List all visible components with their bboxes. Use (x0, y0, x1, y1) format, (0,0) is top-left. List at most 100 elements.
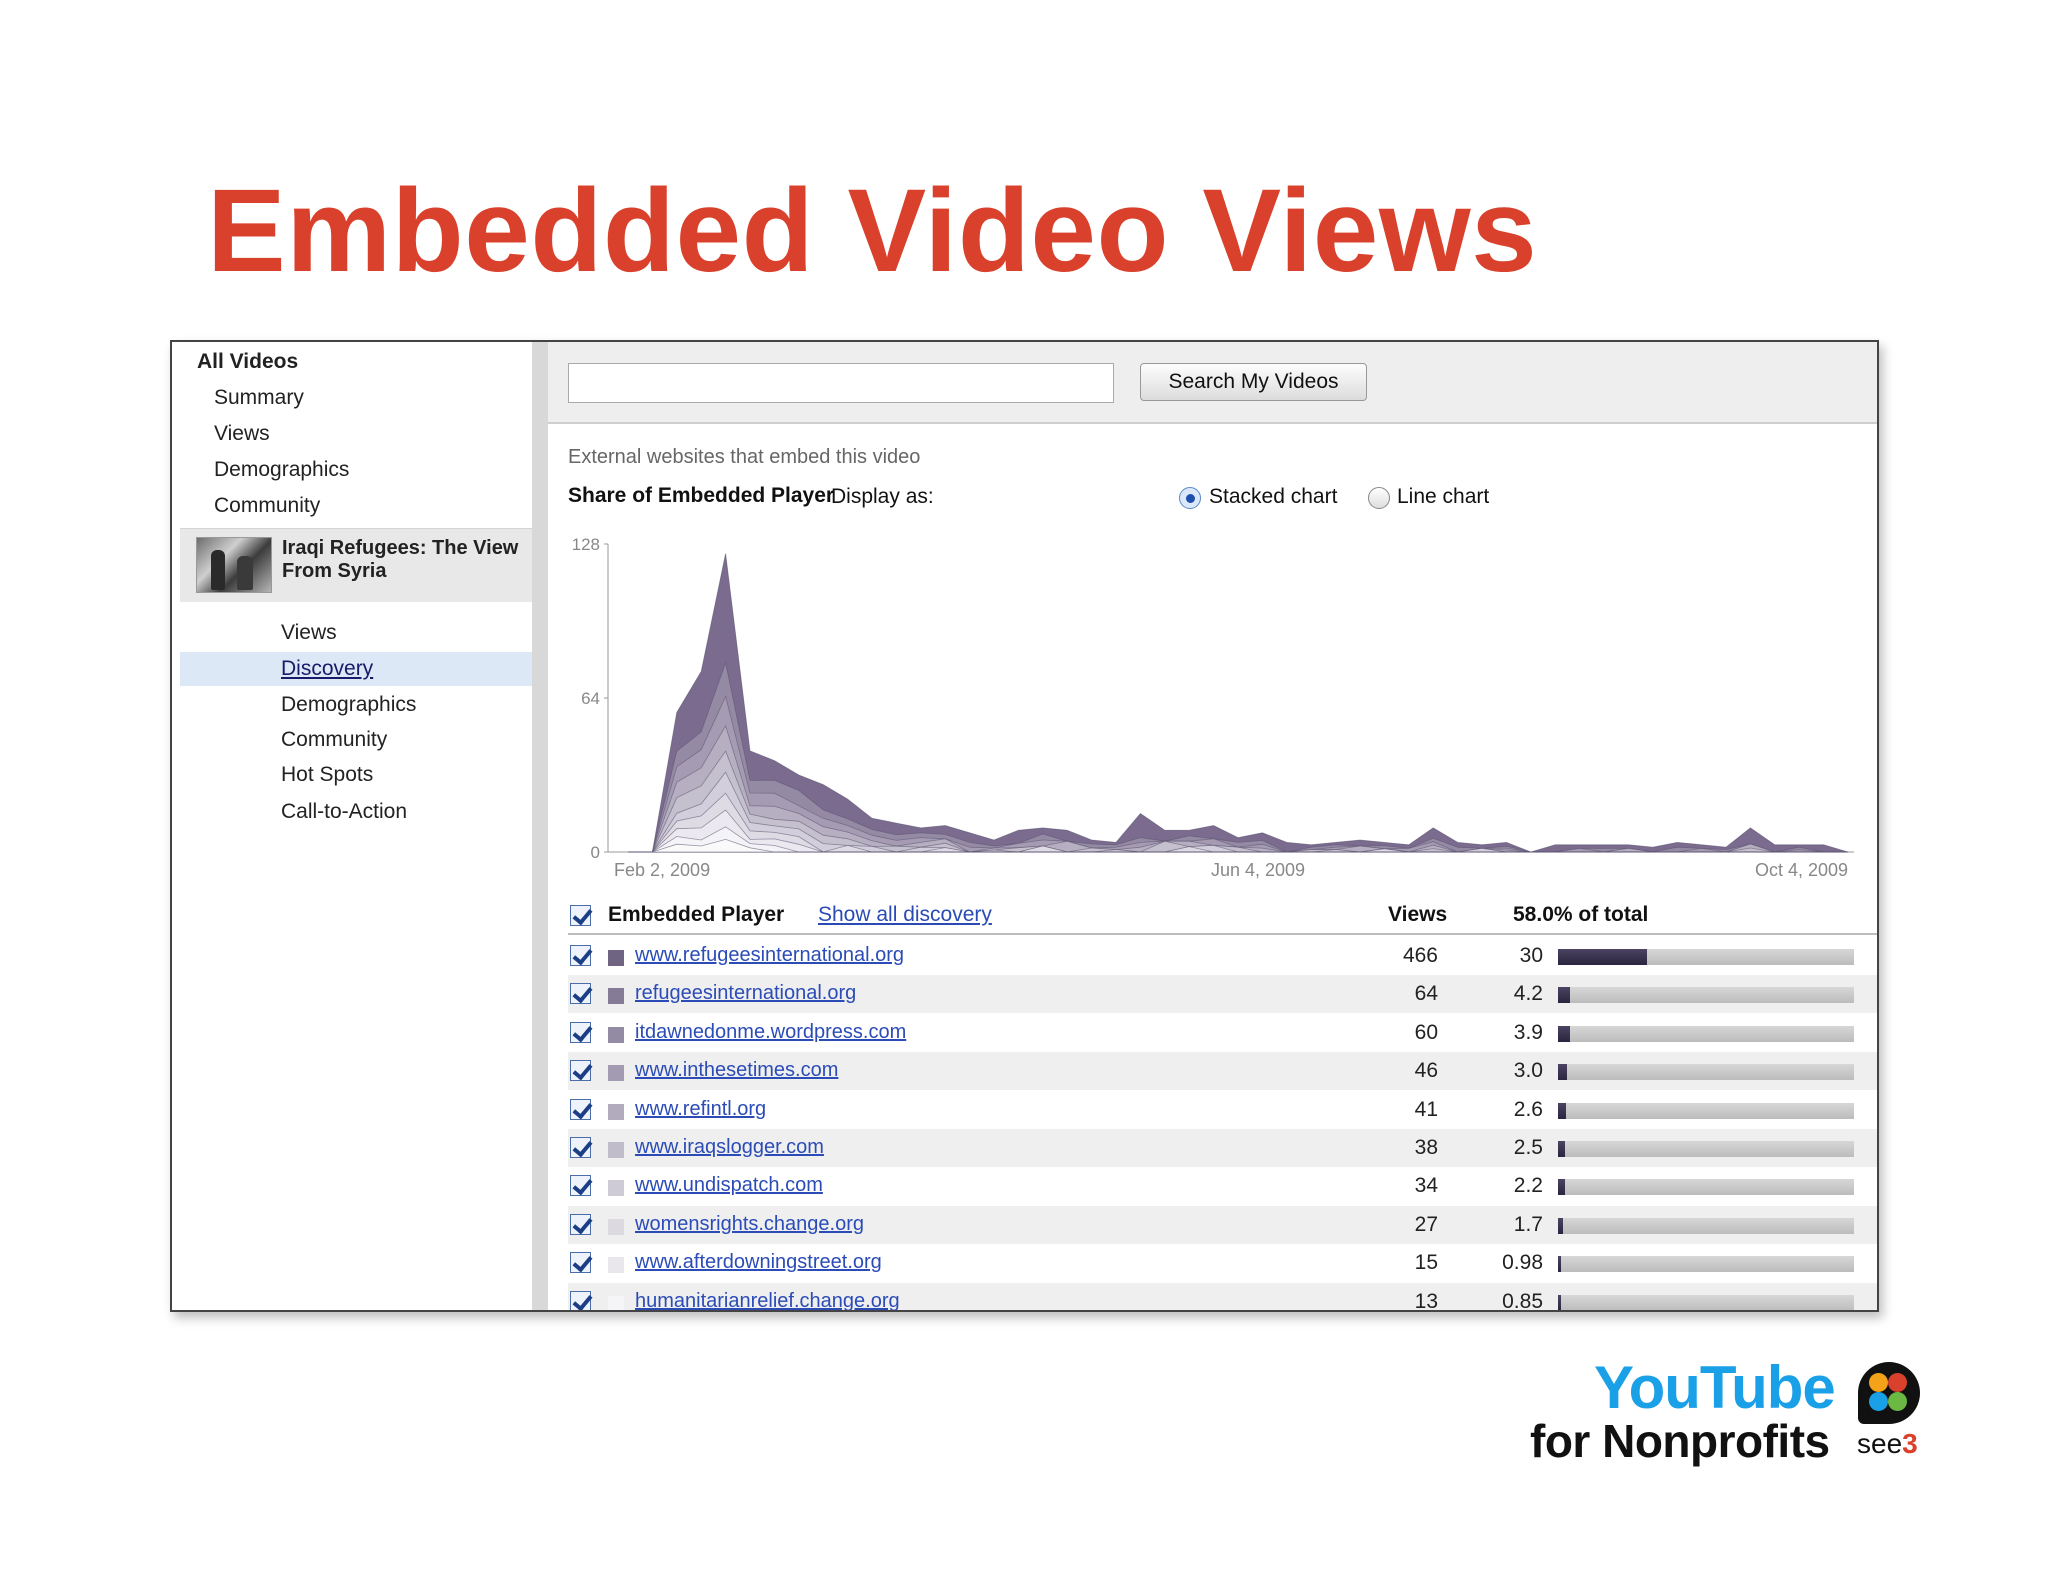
share-bar-fill (1558, 987, 1571, 1004)
x-tick-label: Feb 2, 2009 (614, 860, 710, 880)
row-checkbox[interactable] (570, 1213, 591, 1235)
row-checkbox[interactable] (570, 1098, 591, 1120)
search-input[interactable] (568, 363, 1114, 403)
table-header: Embedded Player Show all discovery Views… (568, 897, 1877, 935)
sidebar-sub-discovery[interactable]: Discovery (180, 652, 532, 686)
share-bar (1558, 1102, 1854, 1119)
share-bar (1558, 1217, 1854, 1234)
percent-value: 0.98 (1502, 1251, 1543, 1275)
percent-value: 2.5 (1513, 1136, 1543, 1159)
share-bar (1558, 1256, 1854, 1273)
sidebar-item-summary[interactable]: Summary (214, 386, 304, 410)
site-link[interactable]: www.afterdowningstreet.org (635, 1251, 882, 1274)
percent-value: 30 (1519, 944, 1543, 967)
site-link[interactable]: www.refugeesinternational.org (635, 944, 904, 967)
row-checkbox[interactable] (570, 1137, 591, 1158)
search-my-videos-button[interactable]: Search My Videos (1140, 363, 1367, 401)
line-chart-radio[interactable] (1368, 487, 1390, 509)
percent-value: 4.2 (1513, 982, 1543, 1006)
line-chart-label[interactable]: Line chart (1397, 485, 1489, 509)
sidebar: All Videos Summary Views Demographics Co… (172, 342, 532, 1310)
sidebar-all-videos[interactable]: All Videos (197, 350, 298, 374)
display-as-label: Display as: (831, 485, 934, 508)
see3-logo-icon (1858, 1362, 1920, 1424)
x-tick-label: Jun 4, 2009 (1211, 860, 1305, 880)
row-checkbox[interactable] (570, 1021, 591, 1043)
share-bar-fill (1558, 1141, 1566, 1157)
site-link[interactable]: refugeesinternational.org (635, 982, 856, 1005)
row-checkbox[interactable] (570, 1175, 591, 1197)
youtube-logo-text: YouTube (1594, 1354, 1836, 1421)
row-checkbox[interactable] (570, 1060, 591, 1082)
video-title: Iraqi Refugees: The View From Syria (282, 537, 519, 582)
stacked-chart-label[interactable]: Stacked chart (1209, 485, 1337, 509)
share-bar-fill (1558, 1025, 1570, 1042)
panel-divider[interactable] (532, 342, 548, 1310)
share-bar (1558, 987, 1854, 1004)
percent-value: 3.9 (1513, 1020, 1543, 1044)
series-color-swatch (608, 1103, 624, 1120)
sidebar-item-demographics[interactable]: Demographics (214, 458, 349, 482)
row-checkbox[interactable] (570, 983, 591, 1005)
share-bar (1558, 1141, 1854, 1157)
table-row: refugeesinternational.org 64 4.2 (568, 975, 1877, 1014)
row-checkbox[interactable] (570, 1252, 591, 1274)
stacked-chart-radio[interactable] (1179, 487, 1201, 509)
y-tick-label: 64 (581, 689, 600, 708)
analytics-screenshot: All Videos Summary Views Demographics Co… (170, 340, 1879, 1312)
share-bar-fill (1558, 1179, 1565, 1196)
series-color-swatch (608, 1065, 624, 1082)
main-panel: Search My Videos External websites that … (548, 342, 1877, 1310)
row-checkbox[interactable] (570, 945, 591, 966)
chart-title: Share of Embedded Player (568, 484, 835, 507)
row-checkbox[interactable] (570, 1290, 591, 1310)
series-color-swatch (608, 1257, 624, 1274)
percent-column-header: 58.0% of total (1513, 903, 1649, 926)
share-bar (1558, 949, 1854, 965)
y-tick-label: 0 (591, 843, 600, 862)
share-bar (1558, 1025, 1854, 1042)
stacked-area-chart: 128 64 0 Feb 2, 2009 Jun 4, 2009 Oct 4, 2009 (572, 535, 1854, 880)
sidebar-sub-demographics[interactable]: Demographics (180, 688, 532, 722)
for-nonprofits-text: for Nonprofits (1530, 1415, 1830, 1467)
share-bar-fill (1558, 1102, 1566, 1119)
search-bar: Search My Videos (548, 342, 1877, 424)
select-all-checkbox[interactable] (570, 905, 591, 926)
table-row: itdawnedonme.wordpress.com 60 3.9 (568, 1014, 1877, 1052)
table-row: www.inthesetimes.com 46 3.0 (568, 1052, 1877, 1091)
share-bar (1558, 1064, 1854, 1081)
percent-value: 3.0 (1513, 1059, 1543, 1083)
sidebar-item-views[interactable]: Views (214, 422, 270, 446)
sidebar-sub-call-to-action[interactable]: Call-to-Action (180, 795, 532, 829)
percent-value: 1.7 (1513, 1212, 1543, 1236)
percent-value: 2.6 (1513, 1097, 1543, 1121)
show-all-discovery-link[interactable]: Show all discovery (818, 903, 992, 927)
embedded-player-label: Embedded Player (608, 903, 785, 926)
sidebar-sub-community[interactable]: Community (180, 723, 532, 757)
sidebar-sub-views[interactable]: Views (180, 616, 532, 650)
site-link[interactable]: itdawnedonme.wordpress.com (635, 1021, 906, 1044)
table-row: www.refugeesinternational.org 466 30 (568, 937, 1877, 975)
share-bar-fill (1558, 1294, 1561, 1310)
site-link[interactable]: womensrights.change.org (635, 1213, 864, 1236)
sidebar-sub-hot-spots[interactable]: Hot Spots (180, 758, 532, 792)
percent-value: 0.85 (1502, 1289, 1543, 1312)
site-link[interactable]: www.refintl.org (635, 1098, 766, 1121)
table-row: www.undispatch.com 34 2.2 (568, 1167, 1877, 1205)
table-row: www.refintl.org 41 2.6 (568, 1091, 1877, 1129)
selected-video-card[interactable]: Iraqi Refugees: The View From Syria (180, 528, 532, 602)
site-link[interactable]: www.undispatch.com (635, 1174, 823, 1197)
share-bar-fill (1558, 1064, 1567, 1081)
series-color-swatch (608, 988, 624, 1005)
series-color-swatch (608, 1180, 624, 1197)
site-link[interactable]: www.inthesetimes.com (635, 1059, 838, 1082)
site-link[interactable]: humanitarianrelief.change.org (635, 1290, 900, 1310)
slide-title: Embedded Video Views (207, 165, 1538, 297)
video-thumbnail (196, 537, 272, 593)
site-link[interactable]: www.iraqslogger.com (635, 1136, 824, 1159)
table-row: humanitarianrelief.change.org 13 0.85 (568, 1282, 1877, 1312)
x-tick-label: Oct 4, 2009 (1755, 860, 1848, 880)
section-caption: External websites that embed this video (568, 446, 921, 468)
sidebar-item-community[interactable]: Community (214, 494, 320, 518)
series-color-swatch (608, 950, 624, 966)
